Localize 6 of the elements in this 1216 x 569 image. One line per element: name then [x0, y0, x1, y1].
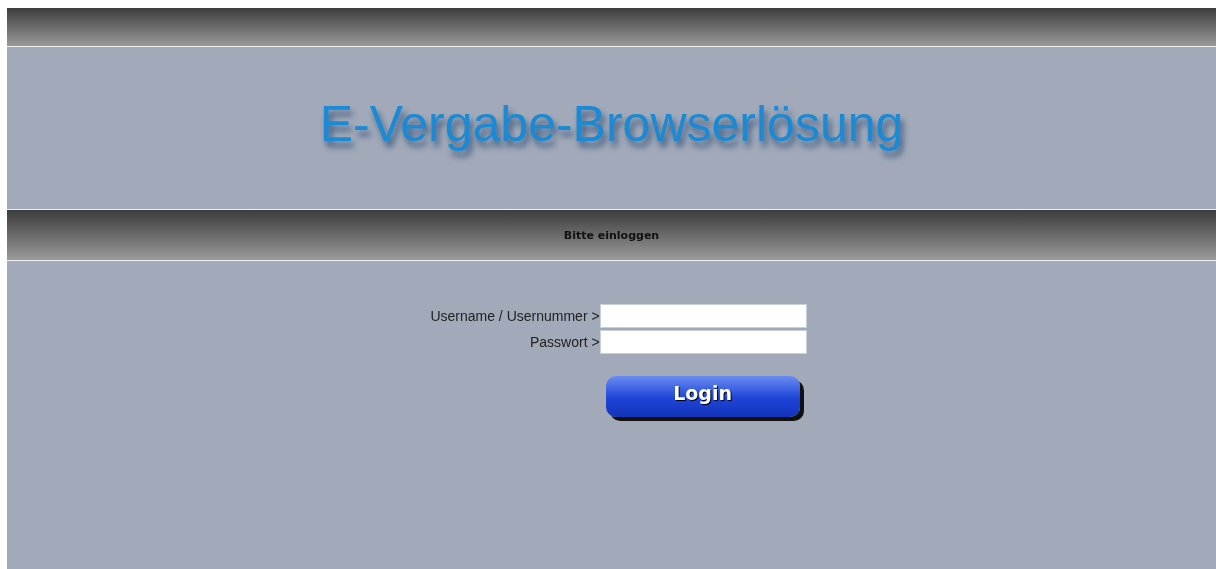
- field-label: Passwort >: [528, 334, 600, 350]
- input-field[interactable]: [599, 304, 807, 328]
- login-heading: Bitte einloggen: [563, 228, 660, 242]
- input-field[interactable]: [599, 330, 807, 354]
- field-label: Username / Usernummer >: [430, 308, 600, 324]
- site-title: E-Vergabe-Browserlösung: [319, 95, 904, 153]
